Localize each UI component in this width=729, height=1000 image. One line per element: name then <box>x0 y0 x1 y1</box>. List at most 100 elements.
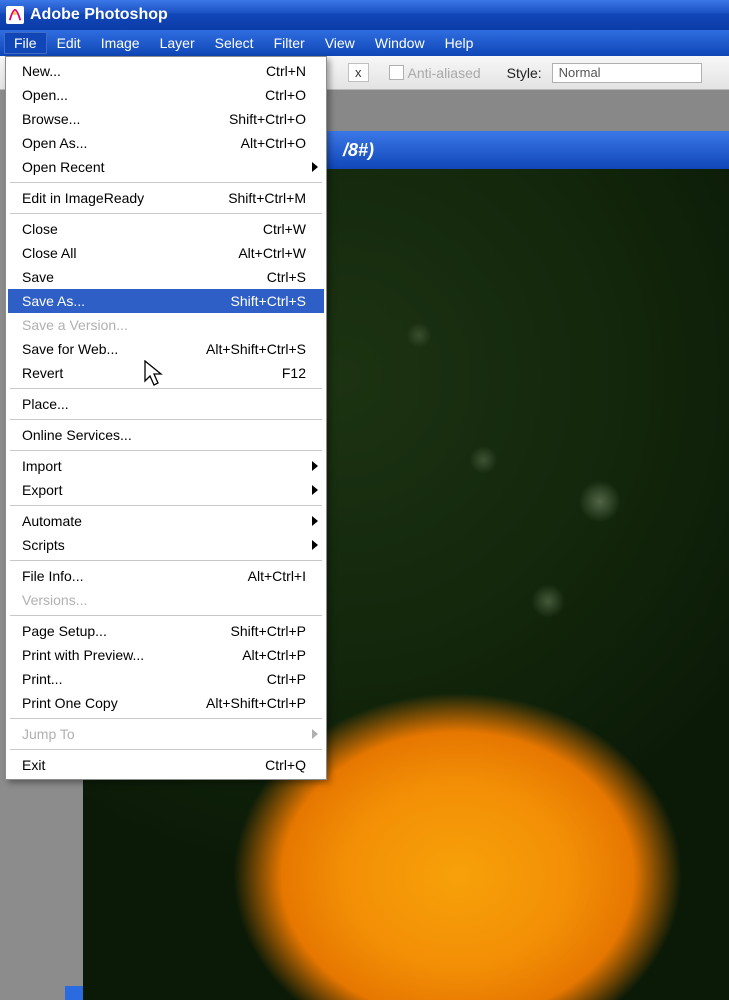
file-menu-exit[interactable]: ExitCtrl+Q <box>8 753 324 777</box>
file-menu-close[interactable]: CloseCtrl+W <box>8 217 324 241</box>
menu-item-shortcut: Alt+Ctrl+W <box>238 245 306 261</box>
submenu-arrow-icon <box>312 485 318 495</box>
app-icon <box>6 6 24 24</box>
menu-item-shortcut: Shift+Ctrl+P <box>231 623 306 639</box>
file-menu-open[interactable]: Open...Ctrl+O <box>8 83 324 107</box>
menu-item-label: Save for Web... <box>22 341 206 357</box>
file-menu-print-with-preview[interactable]: Print with Preview...Alt+Ctrl+P <box>8 643 324 667</box>
style-select[interactable]: Normal <box>552 63 702 83</box>
file-menu-save[interactable]: SaveCtrl+S <box>8 265 324 289</box>
menu-item-label: Browse... <box>22 111 229 127</box>
submenu-arrow-icon <box>312 461 318 471</box>
menu-item-label: Jump To <box>22 726 306 742</box>
style-value: Normal <box>559 65 601 80</box>
menu-item-shortcut: Ctrl+N <box>266 63 306 79</box>
menu-item-label: Place... <box>22 396 306 412</box>
file-menu-print[interactable]: Print...Ctrl+P <box>8 667 324 691</box>
menubar-item-layer[interactable]: Layer <box>150 32 205 54</box>
menu-item-label: Open... <box>22 87 265 103</box>
file-menu-online-services[interactable]: Online Services... <box>8 423 324 447</box>
anti-aliased-checkbox[interactable] <box>389 65 404 80</box>
menu-separator <box>10 419 322 420</box>
menu-item-label: Print... <box>22 671 267 687</box>
file-menu-save-for-web[interactable]: Save for Web...Alt+Shift+Ctrl+S <box>8 337 324 361</box>
menu-item-label: Export <box>22 482 306 498</box>
anti-aliased-group: Anti-aliased <box>389 65 481 81</box>
menu-item-label: Open Recent <box>22 159 306 175</box>
file-menu-print-one-copy[interactable]: Print One CopyAlt+Shift+Ctrl+P <box>8 691 324 715</box>
menu-item-shortcut: Ctrl+P <box>267 671 306 687</box>
menu-item-label: Page Setup... <box>22 623 231 639</box>
file-menu-browse[interactable]: Browse...Shift+Ctrl+O <box>8 107 324 131</box>
menu-item-label: Save As... <box>22 293 231 309</box>
menubar-item-window[interactable]: Window <box>365 32 435 54</box>
menu-item-shortcut: Shift+Ctrl+S <box>231 293 306 309</box>
menu-separator <box>10 213 322 214</box>
menubar-item-file[interactable]: File <box>4 32 47 54</box>
menu-item-shortcut: Ctrl+O <box>265 87 306 103</box>
menu-item-label: Print One Copy <box>22 695 206 711</box>
menubar-item-help[interactable]: Help <box>435 32 484 54</box>
menu-separator <box>10 615 322 616</box>
file-menu-file-info[interactable]: File Info...Alt+Ctrl+I <box>8 564 324 588</box>
title-bar: Adobe Photoshop <box>0 0 729 30</box>
menu-item-label: Versions... <box>22 592 306 608</box>
menubar-item-select[interactable]: Select <box>205 32 264 54</box>
menubar-item-image[interactable]: Image <box>91 32 150 54</box>
menubar-item-edit[interactable]: Edit <box>47 32 91 54</box>
menu-item-shortcut: Alt+Shift+Ctrl+S <box>206 341 306 357</box>
menubar-item-view[interactable]: View <box>315 32 365 54</box>
file-menu-scripts[interactable]: Scripts <box>8 533 324 557</box>
menu-item-label: Print with Preview... <box>22 647 242 663</box>
file-menu-close-all[interactable]: Close AllAlt+Ctrl+W <box>8 241 324 265</box>
menu-bar: FileEditImageLayerSelectFilterViewWindow… <box>0 30 729 56</box>
style-label: Style: <box>507 65 542 81</box>
menu-item-label: Edit in ImageReady <box>22 190 228 206</box>
file-menu-jump-to: Jump To <box>8 722 324 746</box>
file-menu-export[interactable]: Export <box>8 478 324 502</box>
file-menu-save-as[interactable]: Save As...Shift+Ctrl+S <box>8 289 324 313</box>
menu-separator <box>10 560 322 561</box>
menu-item-label: Save a Version... <box>22 317 306 333</box>
menu-item-label: New... <box>22 63 266 79</box>
file-menu-automate[interactable]: Automate <box>8 509 324 533</box>
menu-item-label: Automate <box>22 513 306 529</box>
file-menu-versions: Versions... <box>8 588 324 612</box>
menu-item-label: Close <box>22 221 263 237</box>
menu-item-label: Online Services... <box>22 427 306 443</box>
document-tab-title: /8#) <box>343 140 374 161</box>
px-suffix-box[interactable]: x <box>348 63 369 82</box>
menu-separator <box>10 505 322 506</box>
file-menu-dropdown: New...Ctrl+NOpen...Ctrl+OBrowse...Shift+… <box>5 56 327 780</box>
file-menu-open-recent[interactable]: Open Recent <box>8 155 324 179</box>
app-title: Adobe Photoshop <box>30 6 168 24</box>
menubar-item-filter[interactable]: Filter <box>264 32 315 54</box>
submenu-arrow-icon <box>312 540 318 550</box>
menu-item-shortcut: Ctrl+S <box>267 269 306 285</box>
menu-item-label: Save <box>22 269 267 285</box>
submenu-arrow-icon <box>312 729 318 739</box>
menu-item-label: File Info... <box>22 568 248 584</box>
file-menu-new[interactable]: New...Ctrl+N <box>8 59 324 83</box>
menu-item-label: Scripts <box>22 537 306 553</box>
file-menu-place[interactable]: Place... <box>8 392 324 416</box>
menu-item-label: Import <box>22 458 306 474</box>
menu-item-label: Revert <box>22 365 282 381</box>
file-menu-revert[interactable]: RevertF12 <box>8 361 324 385</box>
menu-item-shortcut: Alt+Ctrl+I <box>248 568 306 584</box>
menu-item-shortcut: Alt+Shift+Ctrl+P <box>206 695 306 711</box>
menu-separator <box>10 182 322 183</box>
menu-item-shortcut: Shift+Ctrl+M <box>228 190 306 206</box>
file-menu-page-setup[interactable]: Page Setup...Shift+Ctrl+P <box>8 619 324 643</box>
anti-aliased-label: Anti-aliased <box>408 65 481 81</box>
menu-separator <box>10 749 322 750</box>
file-menu-edit-in-imageready[interactable]: Edit in ImageReadyShift+Ctrl+M <box>8 186 324 210</box>
menu-item-shortcut: Alt+Ctrl+O <box>241 135 306 151</box>
file-menu-open-as[interactable]: Open As...Alt+Ctrl+O <box>8 131 324 155</box>
menu-item-label: Open As... <box>22 135 241 151</box>
menu-item-shortcut: F12 <box>282 365 306 381</box>
menu-item-label: Close All <box>22 245 238 261</box>
menu-separator <box>10 718 322 719</box>
file-menu-import[interactable]: Import <box>8 454 324 478</box>
menu-separator <box>10 450 322 451</box>
